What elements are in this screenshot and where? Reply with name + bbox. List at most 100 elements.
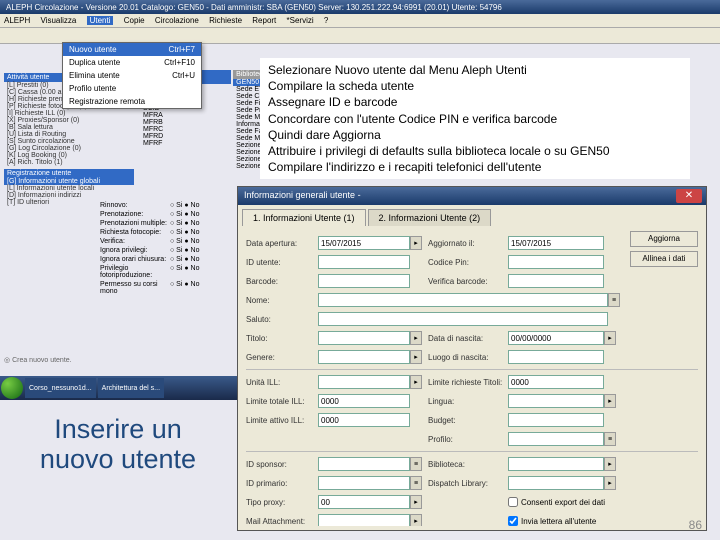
radio-si[interactable]: ○ Si bbox=[170, 247, 182, 254]
radio-no[interactable]: ● No bbox=[184, 211, 199, 218]
id-utente-field[interactable] bbox=[318, 255, 410, 269]
taskbar-item[interactable]: Architettura del s... bbox=[98, 378, 164, 398]
nav-item[interactable]: [S] Sunto circolazione bbox=[4, 138, 134, 145]
data-apertura-field[interactable] bbox=[318, 236, 410, 250]
chevron-right-icon[interactable]: ▸ bbox=[410, 495, 422, 509]
barcode-field[interactable] bbox=[318, 274, 410, 288]
profilo-field[interactable] bbox=[508, 432, 604, 446]
nav-item[interactable]: [I] Richieste ILL (0) bbox=[4, 110, 134, 117]
menu-aleph[interactable]: ALEPH bbox=[4, 16, 30, 25]
list-item[interactable]: MFRD bbox=[140, 133, 231, 140]
limite-tot-field[interactable] bbox=[318, 394, 410, 408]
radio-no[interactable]: ● No bbox=[184, 202, 199, 209]
menu-servizi[interactable]: *Servizi bbox=[287, 16, 314, 25]
budget-field[interactable] bbox=[508, 413, 604, 427]
luogo-field[interactable] bbox=[508, 350, 604, 364]
list-drop-icon[interactable]: ≡ bbox=[604, 432, 616, 446]
nav-item[interactable]: [X] Proxies/Sponsor (0) bbox=[4, 117, 134, 124]
list-item[interactable]: MFRB bbox=[140, 119, 231, 126]
list-drop-icon[interactable]: ≡ bbox=[410, 476, 422, 490]
radio-no[interactable]: ● No bbox=[184, 265, 199, 279]
menu-visualizza[interactable]: Visualizza bbox=[40, 16, 76, 25]
nav-item[interactable]: [G] Log Circolazione (0) bbox=[4, 145, 134, 152]
proxy-field[interactable] bbox=[318, 495, 410, 509]
list-item[interactable]: MFRC bbox=[140, 126, 231, 133]
chevron-right-icon[interactable]: ▸ bbox=[410, 375, 422, 389]
saluto-field[interactable] bbox=[318, 312, 608, 326]
list-drop-icon[interactable]: ≡ bbox=[410, 457, 422, 471]
lingua-field[interactable] bbox=[508, 394, 604, 408]
chevron-right-icon[interactable]: ▸ bbox=[410, 331, 422, 345]
dispatch-field[interactable] bbox=[508, 476, 604, 490]
sponsor-field[interactable] bbox=[318, 457, 410, 471]
limite-rich-field[interactable] bbox=[508, 375, 604, 389]
radio-no[interactable]: ● No bbox=[184, 281, 199, 295]
radio-si[interactable]: ○ Si bbox=[170, 229, 182, 236]
menu-nuovo-utente[interactable]: Nuovo utenteCtrl+F7 bbox=[63, 43, 201, 56]
radio-si[interactable]: ○ Si bbox=[170, 238, 182, 245]
mail-field[interactable] bbox=[318, 514, 410, 526]
list-item[interactable]: MFRF bbox=[140, 140, 231, 147]
menu-rich[interactable]: Richieste bbox=[209, 16, 242, 25]
limite-att-field[interactable] bbox=[318, 413, 410, 427]
pin-field[interactable] bbox=[508, 255, 604, 269]
biblioteca-field[interactable] bbox=[508, 457, 604, 471]
radio-no[interactable]: ● No bbox=[184, 229, 199, 236]
menu-reg-remota[interactable]: Registrazione remota bbox=[63, 95, 201, 108]
allinea-button[interactable]: Allinea i dati bbox=[630, 251, 698, 267]
chevron-right-icon[interactable]: ▸ bbox=[604, 394, 616, 408]
export-checkbox[interactable] bbox=[508, 497, 518, 507]
nav-item[interactable]: [L] Informazioni utente locali bbox=[4, 185, 134, 192]
titolo-field[interactable] bbox=[318, 331, 410, 345]
radio-si[interactable]: ○ Si bbox=[170, 256, 182, 263]
radio-si[interactable]: ○ Si bbox=[170, 211, 182, 218]
close-icon[interactable]: ✕ bbox=[676, 189, 702, 203]
radio-no[interactable]: ● No bbox=[184, 247, 199, 254]
aggiornato-field[interactable] bbox=[508, 236, 604, 250]
radio-si[interactable]: ○ Si bbox=[170, 265, 182, 279]
menu-help[interactable]: ? bbox=[324, 16, 328, 25]
radio-no[interactable]: ● No bbox=[184, 220, 199, 227]
genere-field[interactable] bbox=[318, 350, 410, 364]
date-drop-icon[interactable]: ▸ bbox=[410, 236, 422, 250]
radio-no[interactable]: ● No bbox=[184, 256, 199, 263]
nav-item[interactable]: [U] Lista di Routing bbox=[4, 131, 134, 138]
menu-utenti[interactable]: Utenti bbox=[87, 16, 114, 25]
utenti-dropdown[interactable]: Nuovo utenteCtrl+F7 Duplica utenteCtrl+F… bbox=[62, 42, 202, 109]
menubar[interactable]: ALEPH Visualizza Utenti Copie Circolazio… bbox=[0, 14, 720, 28]
aggiorna-button[interactable]: Aggiorna bbox=[630, 231, 698, 247]
menu-report[interactable]: Report bbox=[252, 16, 276, 25]
tab-info1[interactable]: 1. Informazioni Utente (1) bbox=[242, 209, 366, 226]
radio-si[interactable]: ○ Si bbox=[170, 281, 182, 295]
chevron-right-icon[interactable]: ▸ bbox=[604, 457, 616, 471]
start-orb-icon[interactable] bbox=[1, 377, 23, 399]
nav-item[interactable]: [K] Log Booking (0) bbox=[4, 152, 134, 159]
list-item[interactable]: MFRA bbox=[140, 112, 231, 119]
list-drop-icon[interactable]: ≡ bbox=[608, 293, 620, 307]
verifica-field[interactable] bbox=[508, 274, 604, 288]
nome-field[interactable] bbox=[318, 293, 608, 307]
lettera-checkbox[interactable] bbox=[508, 516, 518, 526]
nav-item[interactable]: [B] Sala lettura bbox=[4, 124, 134, 131]
menu-profilo[interactable]: Profilo utente bbox=[63, 82, 201, 95]
taskbar-item[interactable]: Corso_nessuno1d... bbox=[25, 378, 96, 398]
menu-duplica[interactable]: Duplica utenteCtrl+F10 bbox=[63, 56, 201, 69]
menu-elimina[interactable]: Elimina utenteCtrl+U bbox=[63, 69, 201, 82]
nav-item[interactable]: [G] Informazioni utente globali bbox=[4, 178, 134, 185]
taskbar[interactable]: Corso_nessuno1d... Architettura del s... bbox=[0, 376, 240, 400]
tab-info2[interactable]: 2. Informazioni Utente (2) bbox=[368, 209, 492, 226]
menu-circ[interactable]: Circolazione bbox=[155, 16, 199, 25]
data-nascita-field[interactable] bbox=[508, 331, 604, 345]
nav-item[interactable]: [D] Informazioni indirizzi bbox=[4, 192, 134, 199]
chevron-right-icon[interactable]: ▸ bbox=[410, 514, 422, 526]
chevron-right-icon[interactable]: ▸ bbox=[604, 476, 616, 490]
chevron-right-icon[interactable]: ▸ bbox=[604, 331, 616, 345]
menu-copie[interactable]: Copie bbox=[124, 16, 145, 25]
unita-field[interactable] bbox=[318, 375, 410, 389]
nav-item[interactable]: [A] Rich. Titolo (1) bbox=[4, 159, 134, 166]
primario-field[interactable] bbox=[318, 476, 410, 490]
radio-no[interactable]: ● No bbox=[184, 238, 199, 245]
radio-si[interactable]: ○ Si bbox=[170, 220, 182, 227]
chevron-right-icon[interactable]: ▸ bbox=[410, 350, 422, 364]
radio-si[interactable]: ○ Si bbox=[170, 202, 182, 209]
